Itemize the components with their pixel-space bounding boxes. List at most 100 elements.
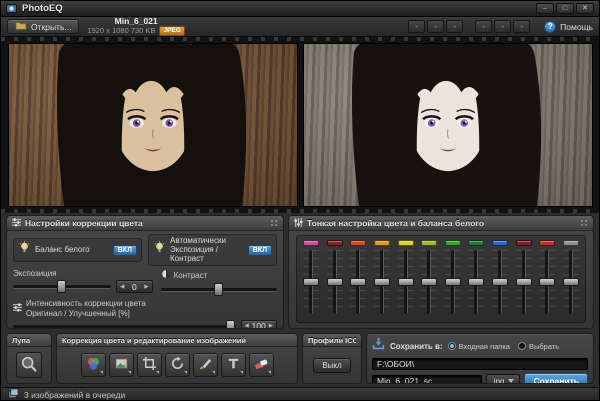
preset-slot-button[interactable]: -: [408, 20, 426, 33]
icc-off-button[interactable]: Выкл: [313, 357, 351, 373]
loupe-button[interactable]: [16, 352, 42, 378]
blue-slider-track[interactable]: [492, 250, 508, 314]
filename-input[interactable]: [372, 374, 482, 383]
preset-slot-button[interactable]: -: [494, 20, 512, 33]
sliders-icon: [294, 216, 303, 232]
orange-slider-thumb[interactable]: [373, 278, 390, 286]
preset-slot-button[interactable]: -: [513, 20, 531, 33]
red-orange-slider-thumb[interactable]: [350, 278, 367, 286]
magenta-slider-track[interactable]: [303, 250, 319, 314]
increment-arrow-icon[interactable]: ▶: [144, 284, 148, 290]
green-slider-thumb[interactable]: [444, 278, 461, 286]
fine-slider-gray[interactable]: [562, 240, 579, 314]
save-path-input[interactable]: [372, 358, 588, 370]
dark-red-slider-thumb[interactable]: [326, 278, 343, 286]
fine-slider-blue[interactable]: [492, 240, 508, 314]
fine-slider-yellow[interactable]: [397, 240, 414, 314]
decrement-arrow-icon[interactable]: ◀: [245, 323, 249, 328]
icc-title: Профили ICC: [308, 335, 356, 345]
radio-option[interactable]: Выбрать: [517, 342, 559, 351]
increment-arrow-icon[interactable]: ▶: [269, 323, 273, 328]
fine-slider-orange[interactable]: [373, 240, 390, 314]
exposure-slider-thumb[interactable]: [57, 280, 67, 294]
fine-slider-red-orange[interactable]: [350, 240, 367, 314]
yellow-slider-track[interactable]: [397, 250, 414, 314]
white-balance-toggle[interactable]: ВКЛ: [112, 244, 137, 256]
intensity-slider-thumb[interactable]: [225, 319, 235, 328]
preset-slot-button[interactable]: -: [446, 20, 464, 33]
loupe-panel: Лупа: [6, 333, 52, 384]
minimize-button[interactable]: –: [536, 3, 554, 14]
radio-selected[interactable]: Входная папка: [447, 342, 510, 351]
maximize-button[interactable]: □: [556, 3, 574, 14]
crop-icon: [142, 356, 157, 374]
crop-tool-button[interactable]: [136, 353, 162, 377]
queue-status-text: 3 изображений в очереди: [24, 390, 126, 400]
fine-slider-maroon[interactable]: [515, 240, 532, 314]
format-value: .jpg: [491, 376, 505, 384]
app-icon: [6, 3, 17, 14]
contrast-slider-thumb[interactable]: [213, 283, 223, 297]
open-button[interactable]: Открыть...: [7, 19, 80, 34]
maroon-slider-thumb[interactable]: [515, 278, 532, 286]
intensity-slider[interactable]: [13, 319, 236, 328]
save-to-label: Сохранить в:: [390, 341, 443, 351]
preset-slot-button[interactable]: -: [475, 20, 493, 33]
exposure-spinner[interactable]: ◀ 0 ▶: [116, 280, 153, 294]
dark-green-slider-thumb[interactable]: [468, 278, 485, 286]
auto-exposure-toggle[interactable]: ВКЛ: [247, 244, 272, 256]
window-title: PhotoEQ: [22, 3, 63, 14]
green-slider-track[interactable]: [444, 250, 461, 314]
file-info: Min_6_021 1920 x 1080 730 KB JPEG: [87, 16, 185, 37]
text-tool-button[interactable]: [220, 353, 246, 377]
dark-red-slider-track[interactable]: [326, 250, 343, 314]
help-button[interactable]: ? Помощь: [544, 20, 593, 33]
image-adjust-tool-button[interactable]: [108, 353, 134, 377]
magenta-slider-thumb[interactable]: [303, 278, 319, 286]
eraser-tool-button[interactable]: [248, 353, 274, 377]
loupe-header: Лупа: [7, 334, 51, 347]
fine-sliders: [296, 235, 586, 323]
gray-slider-track[interactable]: [562, 250, 579, 314]
contrast-label-row: Контраст: [161, 269, 277, 281]
fine-slider-dark-green[interactable]: [468, 240, 485, 314]
save-button[interactable]: Сохранить: [524, 373, 588, 383]
intensity-spinner[interactable]: ◀ 100 ▶: [240, 319, 277, 328]
fine-slider-magenta[interactable]: [303, 240, 319, 314]
preview-illustration: [351, 44, 541, 206]
color-panel-title: Настройки коррекции цвета: [25, 218, 143, 228]
preset-slot-button[interactable]: -: [427, 20, 445, 33]
color-wheel-icon: [86, 356, 101, 374]
red-orange-slider-track[interactable]: [350, 250, 367, 314]
fine-slider-yellow-green[interactable]: [421, 240, 438, 314]
exposure-value: 0: [132, 281, 137, 292]
decrement-arrow-icon[interactable]: ◀: [120, 284, 124, 290]
intensity-control: Интенсивность коррекции цвета Оригинал /…: [13, 299, 277, 328]
close-button[interactable]: ✕: [576, 3, 594, 14]
red-color-chip: [539, 240, 556, 246]
red-slider-track[interactable]: [539, 250, 556, 314]
red-slider-thumb[interactable]: [539, 278, 556, 286]
color-wheel-tool-button[interactable]: [80, 353, 106, 377]
preview-corrected[interactable]: [302, 43, 593, 207]
sliders-icon: [12, 216, 21, 232]
editing-tools-panel: Коррекция цвета и редактирование изображ…: [56, 333, 298, 384]
fine-slider-green[interactable]: [444, 240, 461, 314]
maroon-slider-track[interactable]: [515, 250, 532, 314]
exposure-slider[interactable]: [13, 280, 112, 294]
blue-slider-thumb[interactable]: [492, 278, 508, 286]
gray-slider-thumb[interactable]: [562, 278, 579, 286]
dark-green-slider-track[interactable]: [468, 250, 485, 314]
contrast-slider[interactable]: [160, 283, 278, 297]
brush-tool-button[interactable]: [192, 353, 218, 377]
yellow-green-slider-thumb[interactable]: [421, 278, 438, 286]
yellow-green-slider-track[interactable]: [421, 250, 438, 314]
orange-slider-track[interactable]: [373, 250, 390, 314]
yellow-slider-thumb[interactable]: [397, 278, 414, 286]
format-select[interactable]: .jpg: [485, 374, 521, 384]
help-icon: ?: [544, 20, 557, 33]
fine-slider-dark-red[interactable]: [326, 240, 343, 314]
fine-slider-red[interactable]: [539, 240, 556, 314]
rotate-tool-button[interactable]: [164, 353, 190, 377]
preview-original[interactable]: [7, 43, 298, 207]
